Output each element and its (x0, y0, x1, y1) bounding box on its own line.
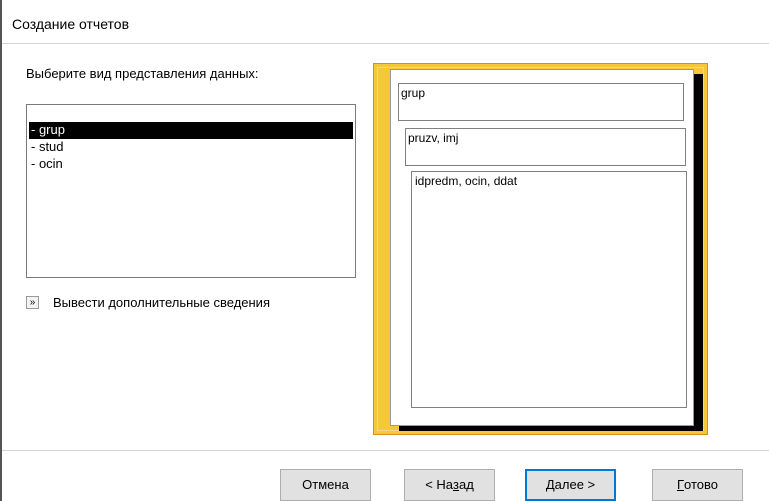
show-more-info-label[interactable]: Вывести дополнительные сведения (53, 295, 270, 310)
dialog-title: Создание отчетов (12, 16, 130, 32)
finish-button-label: отово (684, 476, 719, 492)
show-more-info-toggle[interactable]: » Вывести дополнительные сведения (26, 295, 270, 310)
footer-separator (2, 450, 769, 451)
back-button[interactable]: < На з ад (404, 469, 495, 501)
view-prompt-label: Выберите вид представления данных: (26, 66, 259, 81)
list-item-ocin[interactable]: - ocin (29, 156, 353, 173)
preview-level-stud: pruzv, imj (405, 128, 686, 166)
cancel-button[interactable]: Отмена (280, 469, 371, 501)
list-item-grup[interactable]: - grup (29, 122, 353, 139)
finish-button-mnemonic: Г (676, 476, 685, 492)
window-left-border (0, 0, 2, 501)
report-preview-panel: grup pruzv, imj idpredm, ocin, ddat (373, 63, 708, 435)
finish-button[interactable]: Готово (652, 469, 743, 501)
preview-level-grup: grup (398, 83, 684, 121)
double-chevron-right-icon[interactable]: » (26, 296, 39, 309)
back-button-label-pre: < На (425, 476, 454, 492)
preview-level-ocin: idpredm, ocin, ddat (411, 171, 687, 408)
next-button-label: алее > (554, 476, 596, 492)
data-view-listbox[interactable]: - grup - stud - ocin (26, 104, 356, 278)
next-button[interactable]: Далее > (525, 469, 616, 501)
preview-paper: grup pruzv, imj idpredm, ocin, ddat (390, 69, 694, 426)
header-separator (2, 43, 769, 44)
cancel-button-label: Отмена (302, 476, 349, 492)
list-item-stud[interactable]: - stud (29, 139, 353, 156)
back-button-label-post: ад (458, 476, 474, 492)
next-button-mnemonic: Д (545, 476, 555, 492)
